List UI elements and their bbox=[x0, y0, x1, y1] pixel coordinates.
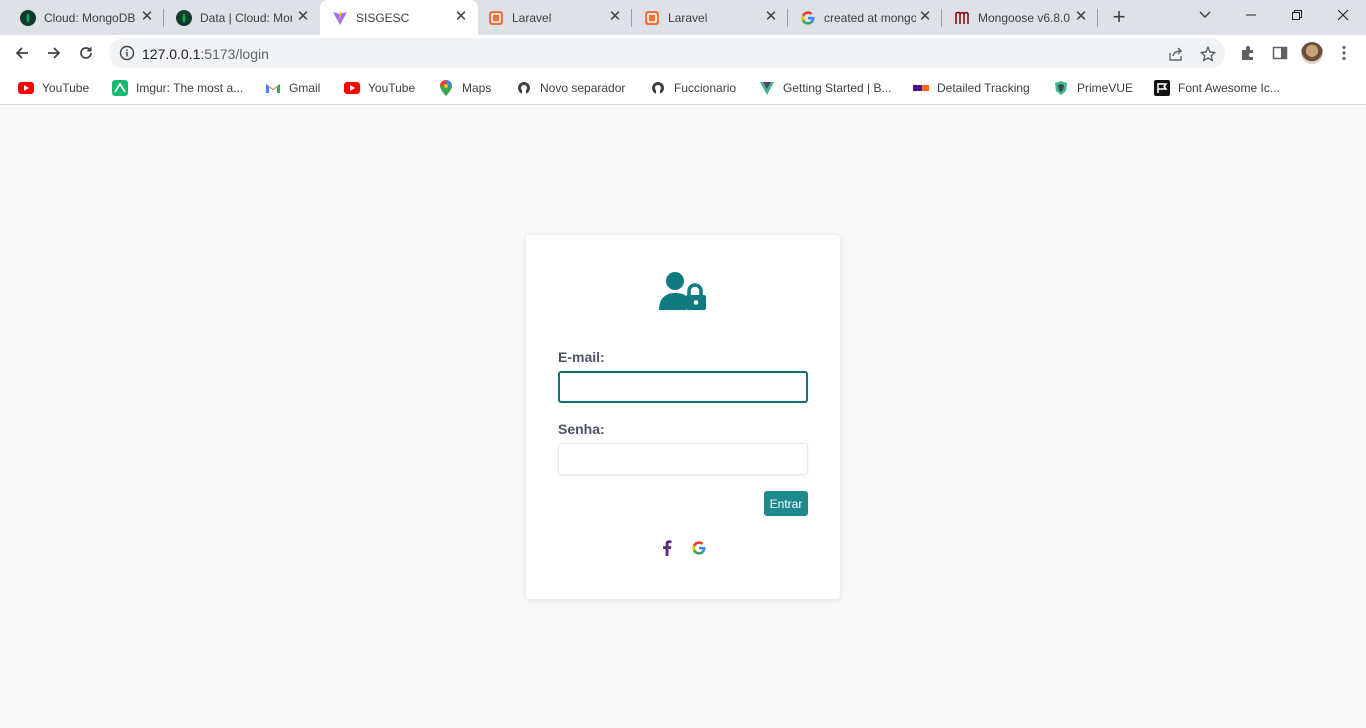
bookmark-label: PrimeVUE bbox=[1077, 81, 1134, 95]
gmail-icon bbox=[265, 80, 281, 96]
entrar-button[interactable]: Entrar bbox=[764, 491, 808, 516]
bookmark-gmail[interactable]: Gmail bbox=[265, 79, 320, 97]
tab-strip: Cloud: MongoDB Cloud ✕ Data | Cloud: Mon… bbox=[0, 0, 1366, 35]
google-icon bbox=[800, 10, 816, 26]
imgur-icon bbox=[112, 80, 128, 96]
email-field[interactable] bbox=[558, 371, 808, 403]
reload-icon[interactable] bbox=[72, 39, 100, 67]
bookmark-getting-started[interactable]: Getting Started | B... bbox=[759, 79, 892, 97]
tab-title: Mongoose v6.8.0 bbox=[978, 10, 1070, 25]
bookmark-label: Novo separador bbox=[540, 81, 626, 95]
bookmark-label: YouTube bbox=[368, 81, 416, 95]
bookmark-fedex[interactable]: Detailed Tracking bbox=[913, 79, 1030, 97]
tab-data-cloud[interactable]: Data | Cloud: MongoDB Cloud ✕ bbox=[164, 0, 320, 35]
font-awesome-icon bbox=[1154, 80, 1170, 96]
youtube-icon bbox=[344, 80, 360, 96]
close-tab-icon[interactable]: ✕ bbox=[140, 9, 154, 24]
bookmark-novo-separador[interactable]: Novo separador bbox=[516, 79, 625, 97]
maps-icon bbox=[438, 80, 454, 96]
bookmark-label: Fuccionario bbox=[674, 81, 737, 95]
login-card: E-mail: Senha: Entrar bbox=[526, 235, 840, 599]
tab-title: Laravel bbox=[668, 10, 708, 25]
google-icon[interactable] bbox=[691, 540, 707, 556]
url-text: 127.0.0.1:5173/login bbox=[142, 46, 269, 62]
new-tab-button[interactable]: + bbox=[1108, 6, 1130, 29]
side-panel-icon[interactable] bbox=[1271, 44, 1289, 62]
fedex-icon bbox=[913, 80, 929, 96]
youtube-icon bbox=[18, 80, 34, 96]
menu-kebab-icon[interactable] bbox=[1335, 44, 1353, 62]
bookmark-label: YouTube bbox=[42, 81, 90, 95]
password-field[interactable] bbox=[558, 443, 808, 475]
bookmark-youtube[interactable]: YouTube bbox=[18, 79, 89, 97]
close-tab-icon[interactable]: ✕ bbox=[608, 9, 622, 24]
tab-sisgesc[interactable]: SISGESC ✕ bbox=[320, 0, 478, 35]
site-info-icon[interactable] bbox=[119, 45, 135, 61]
share-icon[interactable] bbox=[1167, 45, 1185, 63]
extensions-puzzle-icon[interactable] bbox=[1239, 44, 1257, 62]
bookmark-label: Detailed Tracking bbox=[937, 81, 1030, 95]
bootstrap-vue-icon bbox=[759, 80, 775, 96]
user-lock-icon bbox=[658, 271, 708, 311]
forward-icon[interactable] bbox=[40, 39, 68, 67]
tab-laravel-2[interactable]: Laravel ✕ bbox=[632, 0, 788, 35]
browser-toolbar: 127.0.0.1:5173/login bbox=[0, 35, 1366, 71]
mongoose-icon bbox=[954, 10, 970, 26]
bookmarks-bar: YouTube Imgur: The most a... Gmail YouTu… bbox=[0, 71, 1366, 105]
laravel-icon bbox=[488, 10, 504, 26]
bookmark-label: Font Awesome Ic... bbox=[1178, 81, 1280, 95]
github-icon bbox=[516, 80, 532, 96]
minimize-icon[interactable] bbox=[1228, 0, 1274, 30]
close-tab-icon[interactable]: ✕ bbox=[764, 9, 778, 24]
bookmark-label: Getting Started | B... bbox=[783, 81, 892, 95]
bookmark-youtube-2[interactable]: YouTube bbox=[344, 79, 415, 97]
facebook-icon[interactable] bbox=[659, 540, 675, 556]
mongodb-leaf-icon bbox=[176, 9, 192, 26]
bookmark-fuccionario[interactable]: Fuccionario bbox=[650, 79, 736, 97]
tab-search-icon[interactable] bbox=[1182, 0, 1228, 30]
bookmark-label: Maps bbox=[462, 81, 492, 95]
bookmark-font-awesome[interactable]: Font Awesome Ic... bbox=[1154, 79, 1280, 97]
close-tab-icon[interactable]: ✕ bbox=[918, 9, 932, 24]
profile-avatar[interactable] bbox=[1301, 42, 1323, 64]
vite-icon bbox=[332, 10, 348, 26]
tab-cloud-mongodb[interactable]: Cloud: MongoDB Cloud ✕ bbox=[8, 0, 164, 35]
email-label: E-mail: bbox=[558, 349, 605, 365]
tab-title: created at mongoose bbox=[824, 10, 916, 25]
close-window-icon[interactable] bbox=[1320, 0, 1366, 30]
bookmark-label: Gmail bbox=[289, 81, 321, 95]
close-tab-icon[interactable]: ✕ bbox=[1074, 9, 1088, 24]
primevue-icon bbox=[1053, 80, 1069, 96]
tab-title: Laravel bbox=[512, 10, 552, 25]
address-bar[interactable]: 127.0.0.1:5173/login bbox=[109, 38, 1225, 68]
senha-label: Senha: bbox=[558, 421, 605, 437]
close-tab-icon[interactable]: ✕ bbox=[454, 9, 468, 24]
tab-title: SISGESC bbox=[356, 10, 410, 25]
mongodb-leaf-icon bbox=[20, 9, 36, 26]
tab-separator bbox=[1097, 9, 1098, 27]
bookmark-star-icon[interactable] bbox=[1199, 45, 1217, 63]
bookmark-maps[interactable]: Maps bbox=[438, 79, 491, 97]
tab-mongoose-docs[interactable]: Mongoose v6.8.0 ✕ bbox=[942, 0, 1098, 35]
bookmark-imgur[interactable]: Imgur: The most a... bbox=[112, 79, 243, 97]
tab-title: Data | Cloud: MongoDB Cloud bbox=[200, 10, 292, 25]
close-tab-icon[interactable]: ✕ bbox=[296, 9, 310, 24]
bookmark-primevue[interactable]: PrimeVUE bbox=[1053, 79, 1133, 97]
laravel-icon bbox=[644, 10, 660, 26]
tab-laravel-1[interactable]: Laravel ✕ bbox=[476, 0, 632, 35]
url-host: 127.0.0.1 bbox=[142, 46, 201, 62]
back-icon[interactable] bbox=[8, 39, 36, 67]
github-icon bbox=[650, 80, 666, 96]
url-path: :5173/login bbox=[200, 46, 269, 62]
tab-created-at-mongoose[interactable]: created at mongoose ✕ bbox=[788, 0, 942, 35]
tab-title: Cloud: MongoDB Cloud bbox=[44, 10, 136, 25]
restore-icon[interactable] bbox=[1274, 0, 1320, 30]
bookmark-label: Imgur: The most a... bbox=[136, 81, 244, 95]
